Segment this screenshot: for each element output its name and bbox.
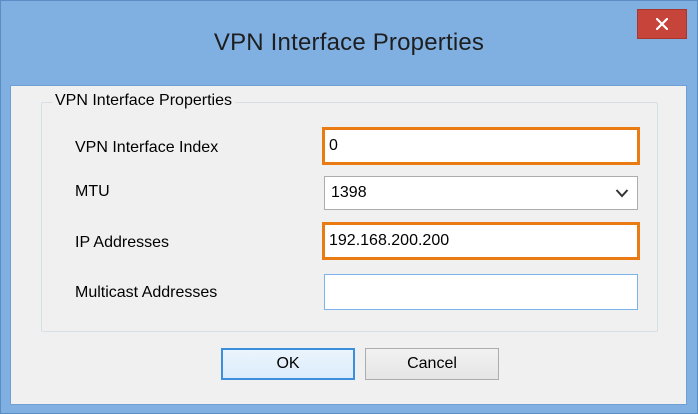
dialog-client-area: VPN Interface Properties VPN Interface I… <box>10 85 687 405</box>
multicast-addresses-field[interactable] <box>324 274 638 310</box>
properties-groupbox: VPN Interface Properties VPN Interface I… <box>41 92 658 332</box>
mtu-value: 1398 <box>331 184 367 201</box>
chevron-down-icon[interactable] <box>615 188 629 198</box>
ip-addresses-value: 192.168.200.200 <box>329 232 450 249</box>
cancel-button[interactable]: Cancel <box>365 348 499 380</box>
vpn-interface-index-field[interactable]: 0 <box>322 127 640 165</box>
title-bar[interactable]: VPN Interface Properties <box>1 1 697 85</box>
ip-addresses-field[interactable]: 192.168.200.200 <box>322 222 640 260</box>
window-title: VPN Interface Properties <box>213 29 485 56</box>
groupbox-legend: VPN Interface Properties <box>52 92 235 110</box>
vpn-interface-index-label: VPN Interface Index <box>75 139 219 156</box>
ok-button[interactable]: OK <box>221 348 355 380</box>
close-button[interactable] <box>637 9 687 39</box>
close-icon <box>656 18 668 30</box>
ip-addresses-label: IP Addresses <box>75 234 169 251</box>
dialog-window: VPN Interface Properties VPN Interface P… <box>0 0 698 414</box>
mtu-select[interactable]: 1398 <box>324 176 638 210</box>
vpn-interface-index-value: 0 <box>329 137 338 154</box>
multicast-addresses-label: Multicast Addresses <box>75 284 218 301</box>
mtu-label: MTU <box>75 183 110 200</box>
